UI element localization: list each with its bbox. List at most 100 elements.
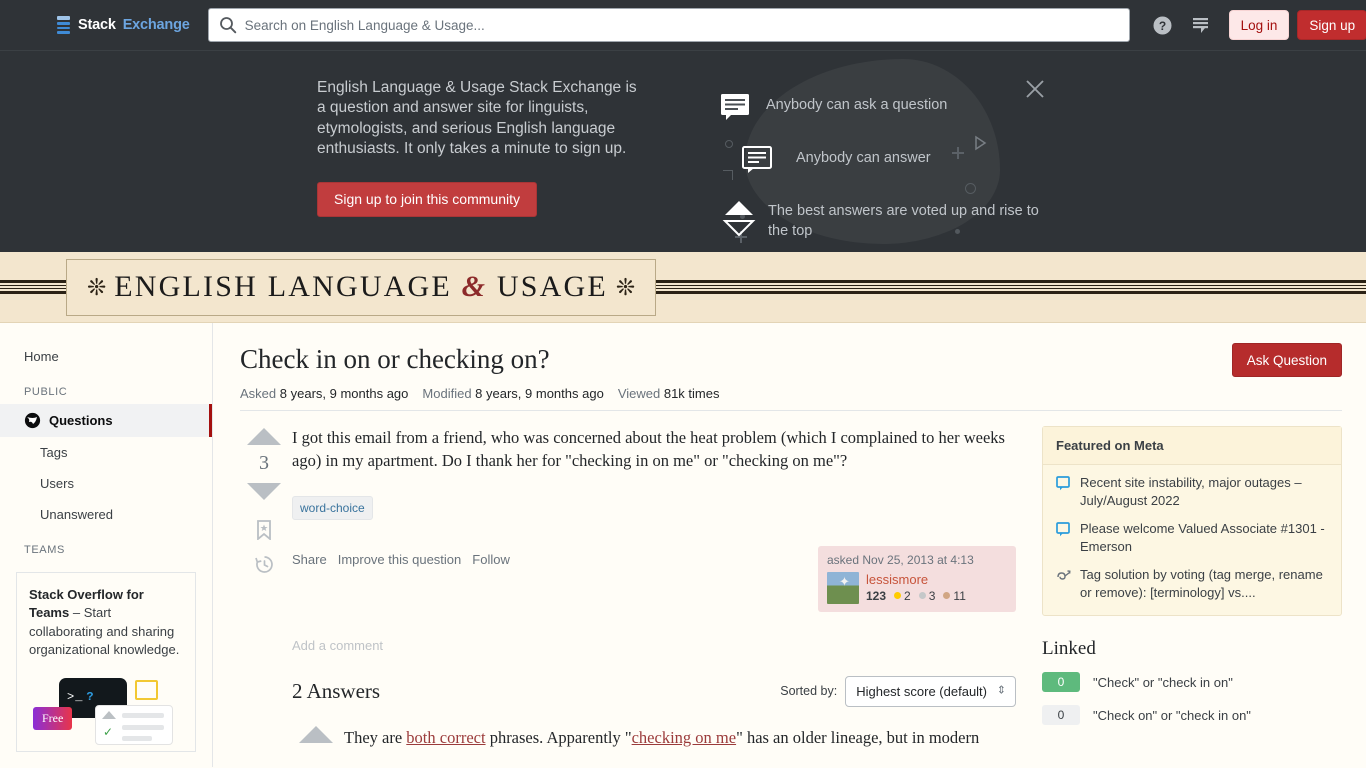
signup-hero-banner: English Language & Usage Stack Exchange … bbox=[0, 51, 1366, 252]
bronze-badge-icon bbox=[943, 592, 951, 600]
question-footer: Share Improve this question Follow asked… bbox=[292, 545, 1016, 612]
hero-right-column: Anybody can ask a question Anybody can a… bbox=[720, 77, 1050, 241]
linked-title: "Check on" or "check in on" bbox=[1093, 707, 1251, 723]
hero-signup-button[interactable]: Sign up to join this community bbox=[317, 181, 537, 217]
page-body: Home PUBLIC Questions Tags Users Unanswe… bbox=[0, 323, 1366, 767]
author-reputation-row: 123 2 3 11 bbox=[866, 589, 966, 603]
linked-heading: Linked bbox=[1042, 638, 1096, 660]
featured-item-label: Recent site instability, major outages –… bbox=[1080, 475, 1302, 508]
sidebar-heading-teams: TEAMS bbox=[24, 544, 65, 556]
featured-on-meta-card: Featured on Meta Recent site instability… bbox=[1042, 426, 1342, 617]
author-info: lessismore 123 2 3 11 bbox=[866, 572, 966, 604]
featured-item[interactable]: Recent site instability, major outages –… bbox=[1056, 474, 1328, 509]
answer-upvote-button[interactable] bbox=[299, 725, 333, 743]
author-username[interactable]: lessismore bbox=[866, 572, 966, 587]
hero-point-votes: The best answers are voted up and rise t… bbox=[722, 199, 1050, 241]
hero-left-column: English Language & Usage Stack Exchange … bbox=[317, 78, 647, 217]
follow-link[interactable]: Follow bbox=[472, 552, 510, 567]
question-tags: word-choice bbox=[292, 495, 1016, 520]
teams-promo-artwork: >_? ✓ Free bbox=[29, 672, 183, 745]
sorted-by-label: Sorted by: bbox=[780, 684, 838, 699]
vote-count: 3 bbox=[259, 452, 269, 474]
question-header: Check in on or checking on? Ask Question bbox=[240, 343, 1342, 377]
site-title-box[interactable]: ❊ ENGLISH LANGUAGE & USAGE ❊ bbox=[66, 258, 657, 316]
stat-viewed: Viewed 81k times bbox=[618, 386, 720, 401]
ask-question-button[interactable]: Ask Question bbox=[1231, 343, 1342, 377]
linked-item[interactable]: 0 "Check on" or "check in on" bbox=[1042, 705, 1342, 726]
question-author-card[interactable]: asked Nov 25, 2013 at 4:13 ✦ lessismore … bbox=[818, 545, 1016, 612]
site-header-banner: ❊ ENGLISH LANGUAGE & USAGE ❊ bbox=[0, 252, 1366, 323]
stat-viewed-value: 81k times bbox=[663, 386, 720, 401]
downvote-button[interactable] bbox=[247, 483, 281, 500]
search-bar[interactable] bbox=[207, 8, 1130, 42]
silver-badge-count: 3 bbox=[928, 588, 936, 603]
signup-button[interactable]: Sign up bbox=[1297, 10, 1366, 40]
add-comment-link[interactable]: Add a comment bbox=[292, 638, 1016, 653]
improve-question-link[interactable]: Improve this question bbox=[338, 552, 462, 567]
question-and-sidebar: 3 I got this email from a friend, who wa… bbox=[240, 426, 1342, 749]
avatar[interactable]: ✦ bbox=[827, 571, 859, 604]
answer-link-both-correct[interactable]: both correct bbox=[406, 728, 485, 747]
play-triangle-icon[interactable] bbox=[972, 135, 988, 151]
linked-item[interactable]: 0 "Check" or "check in on" bbox=[1042, 672, 1342, 693]
terminal-prompt: >_ bbox=[67, 690, 84, 705]
ornament-left-icon: ❊ bbox=[87, 273, 107, 300]
linked-score: 0 bbox=[1042, 705, 1080, 726]
question-stats: Asked 8 years, 9 months ago Modified 8 y… bbox=[240, 386, 1342, 411]
author-reputation: 123 bbox=[866, 588, 887, 603]
answer-item: They are both correct phrases. Apparentl… bbox=[292, 725, 1016, 749]
history-clock-icon[interactable] bbox=[254, 555, 274, 574]
ornament-right-icon: ❊ bbox=[615, 273, 636, 300]
hero-point-answer-label: Anybody can answer bbox=[796, 150, 931, 166]
answer-text-mid: phrases. Apparently " bbox=[485, 727, 632, 747]
logo-text-exchange: Exchange bbox=[122, 17, 190, 33]
featured-item[interactable]: Tag solution by voting (tag merge, renam… bbox=[1056, 566, 1328, 601]
question-body-column: I got this email from a friend, who was … bbox=[288, 426, 1016, 749]
sidebar-heading-public: PUBLIC bbox=[24, 386, 68, 398]
login-button[interactable]: Log in bbox=[1228, 10, 1290, 40]
sidebar-item-questions[interactable]: Questions bbox=[0, 404, 212, 437]
svg-text:?: ? bbox=[1159, 19, 1166, 33]
vote-column: 3 bbox=[240, 426, 288, 749]
linked-score: 0 bbox=[1042, 672, 1080, 693]
sidebar-item-unanswered[interactable]: Unanswered bbox=[0, 499, 212, 530]
question-body-text: I got this email from a friend, who was … bbox=[292, 428, 1005, 471]
help-circle-icon[interactable]: ? bbox=[1144, 8, 1182, 42]
globe-icon bbox=[24, 412, 41, 429]
answer-panel-icon: ✓ bbox=[95, 704, 173, 745]
teams-promo-text: Stack Overflow for Teams – Start collabo… bbox=[29, 586, 183, 660]
hero-point-votes-label: The best answers are voted up and rise t… bbox=[768, 203, 1039, 239]
answer-link-checking-on-me[interactable]: checking on me bbox=[632, 728, 736, 747]
asked-timestamp: asked Nov 25, 2013 at 4:13 bbox=[827, 552, 974, 567]
hero-point-ask: Anybody can ask a question bbox=[720, 93, 1050, 120]
question-column: 3 I got this email from a friend, who wa… bbox=[240, 426, 1016, 749]
upvote-button[interactable] bbox=[247, 428, 281, 445]
sidebar-item-users[interactable]: Users bbox=[0, 468, 212, 499]
close-icon[interactable] bbox=[1024, 78, 1046, 100]
stack-logo-icon bbox=[57, 16, 71, 34]
search-icon bbox=[219, 17, 236, 34]
share-link[interactable]: Share bbox=[292, 552, 327, 567]
featured-item-label: Please welcome Valued Associate #1301 - … bbox=[1080, 521, 1325, 554]
sidebar-item-tags[interactable]: Tags bbox=[0, 437, 212, 468]
speech-bubble-icon bbox=[721, 94, 749, 120]
featured-item[interactable]: Please welcome Valued Associate #1301 - … bbox=[1056, 520, 1328, 555]
tag-word-choice[interactable]: word-choice bbox=[292, 495, 373, 520]
sort-select-value: Highest score (default) bbox=[856, 683, 987, 699]
sidebar-item-home[interactable]: Home bbox=[0, 341, 212, 372]
featured-item-label: Tag solution by voting (tag merge, renam… bbox=[1080, 567, 1323, 600]
sort-select[interactable]: Highest score (default) ⇕ bbox=[845, 675, 1016, 707]
hero-description: English Language & Usage Stack Exchange … bbox=[317, 79, 637, 158]
gold-badge-count: 2 bbox=[904, 588, 911, 603]
teams-promo-card[interactable]: Stack Overflow for Teams – Start collabo… bbox=[16, 572, 196, 752]
linked-title: "Check" or "check in on" bbox=[1093, 674, 1233, 690]
site-title-ampersand: & bbox=[461, 270, 488, 303]
stat-modified-value: 8 years, 9 months ago bbox=[475, 386, 604, 401]
inbox-stack-icon[interactable] bbox=[1182, 8, 1220, 42]
topbar-actions: ? Log in Sign up bbox=[1144, 8, 1366, 42]
bookmark-icon[interactable] bbox=[255, 520, 273, 540]
featured-on-meta-heading: Featured on Meta bbox=[1043, 427, 1341, 465]
search-input[interactable] bbox=[244, 17, 1119, 33]
answer-vote-column bbox=[292, 725, 340, 749]
stack-exchange-logo[interactable]: Stack Exchange bbox=[57, 16, 190, 34]
